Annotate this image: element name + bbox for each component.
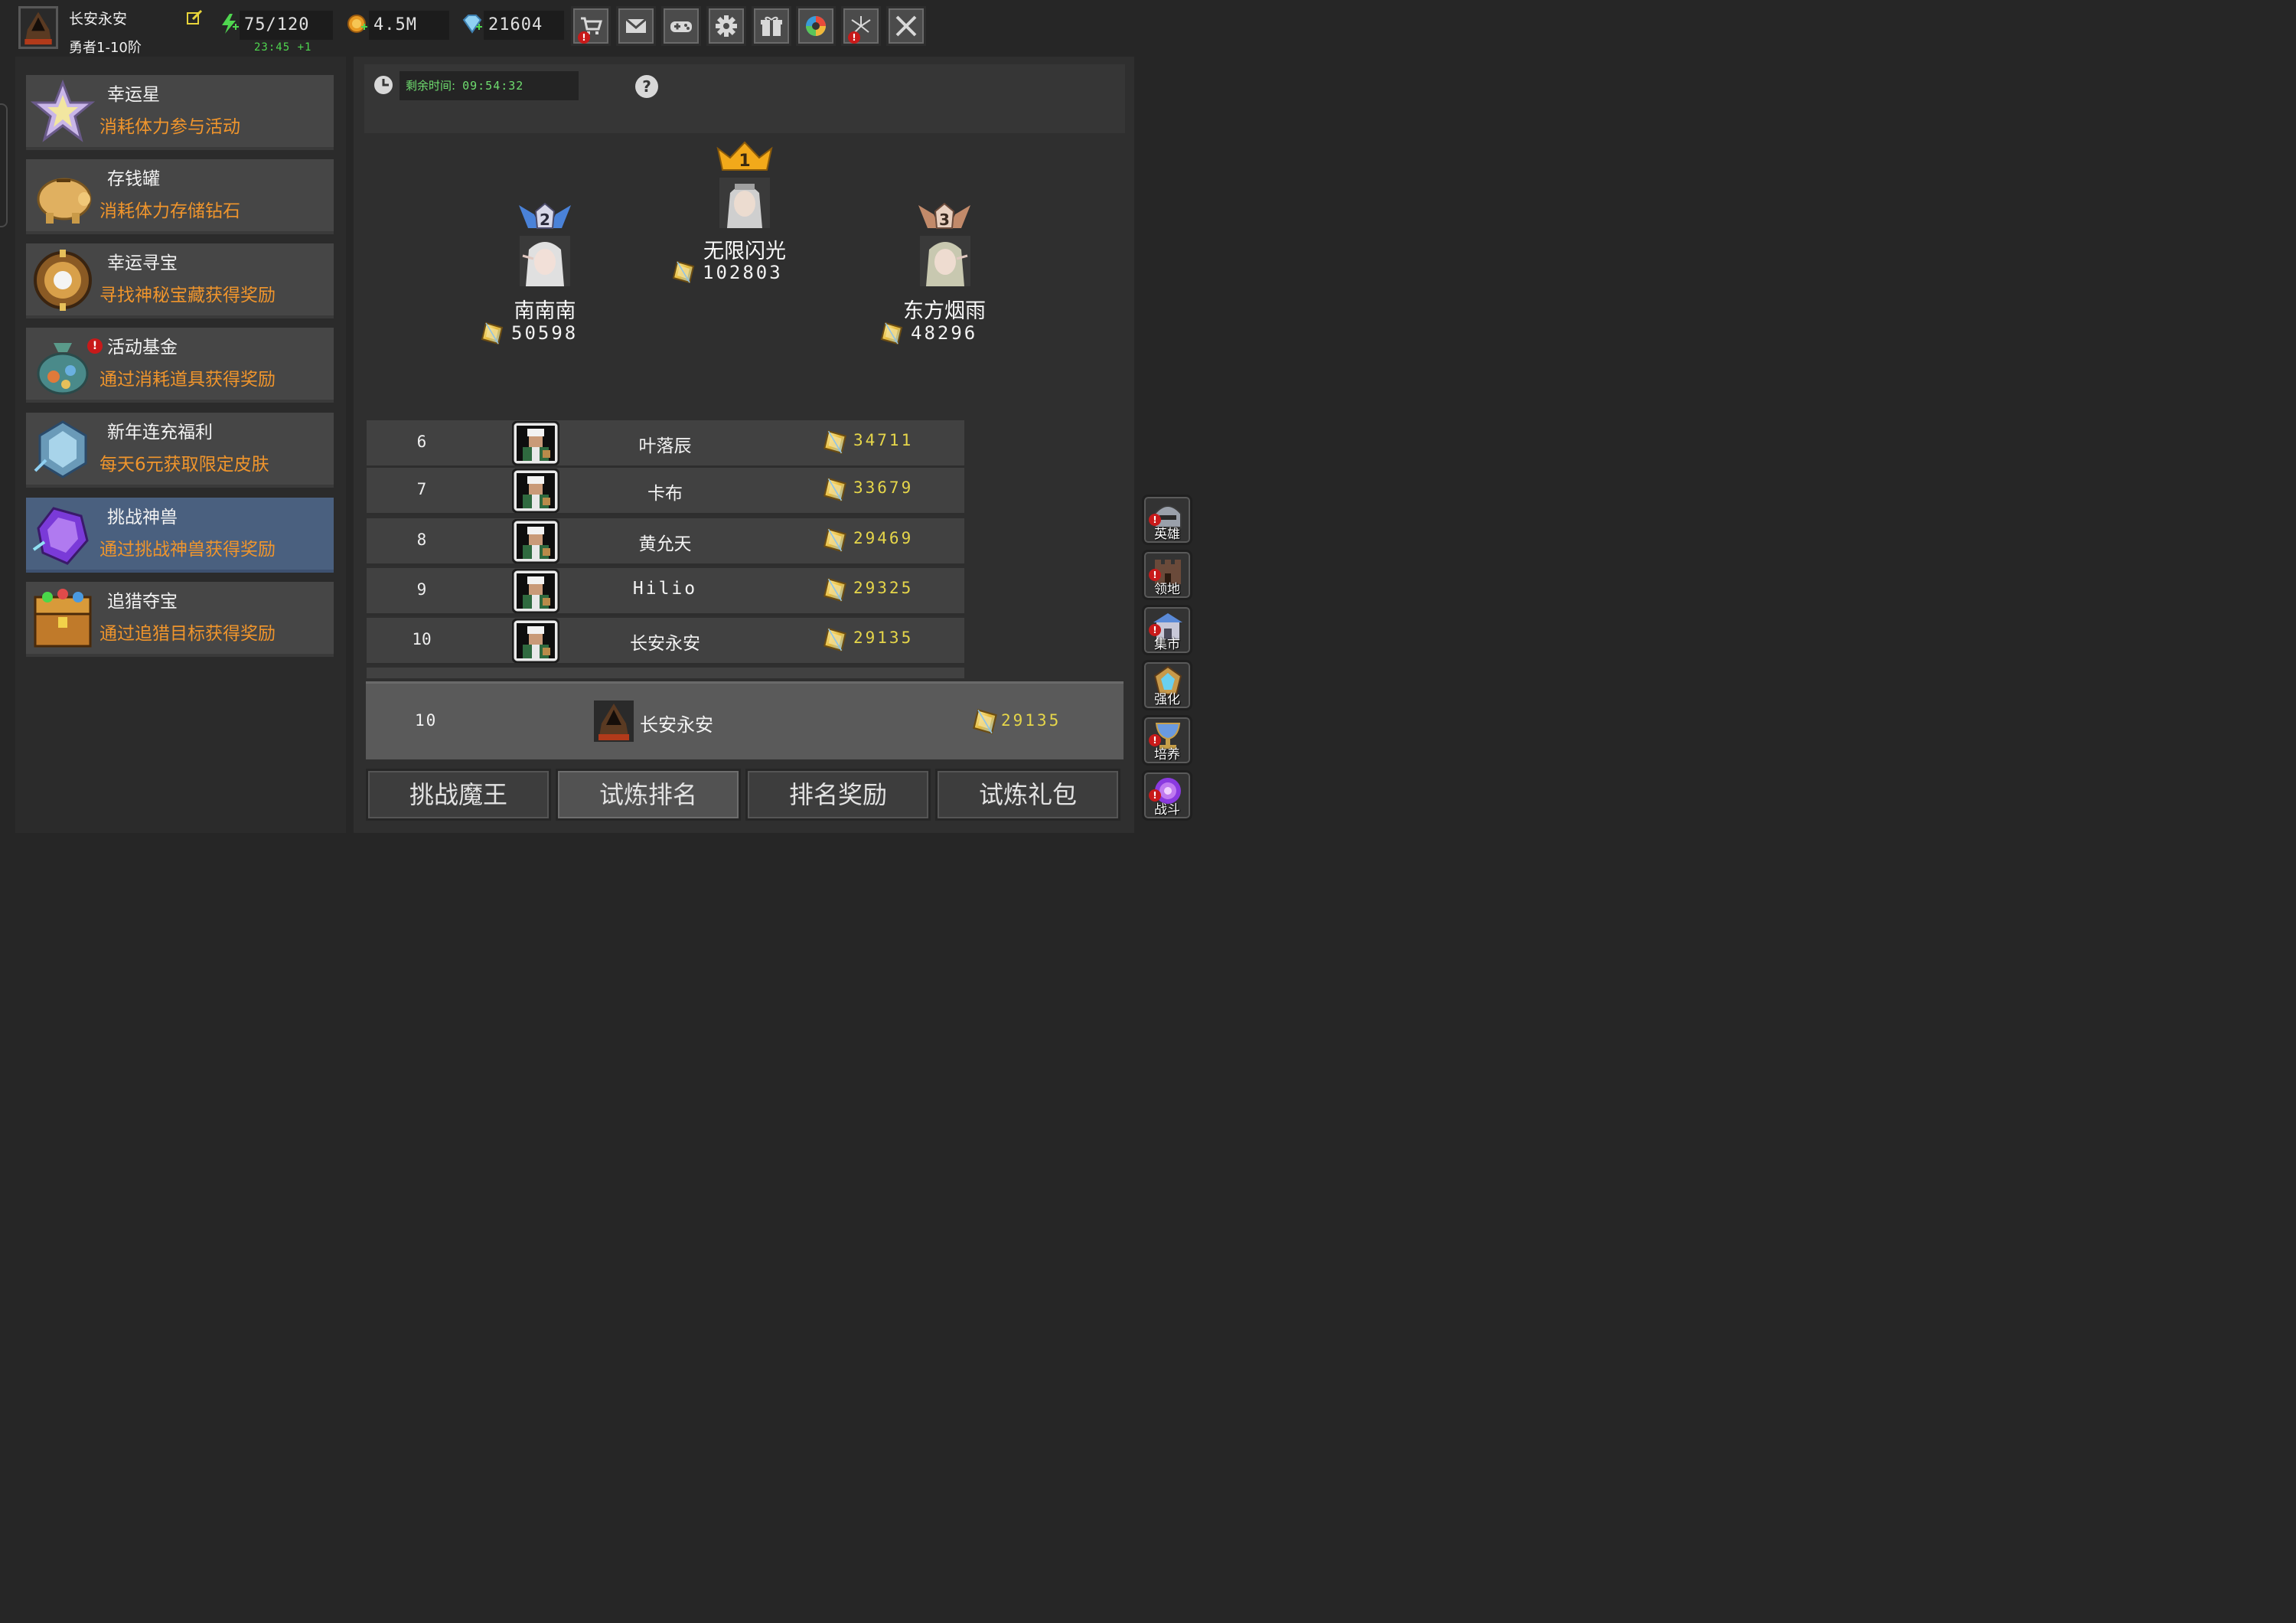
player-avatar[interactable] (18, 6, 58, 49)
side-battle-button[interactable]: ! 战斗 (1142, 770, 1192, 821)
gift-button[interactable] (752, 6, 791, 46)
first-place-score: 102803 (703, 262, 783, 283)
crossed-swords-icon (895, 15, 917, 37)
player-rank: 勇者1-10阶 (69, 40, 142, 56)
player-avatar-icon (512, 469, 559, 513)
tab-ranking-rewards[interactable]: 排名奖励 (745, 769, 931, 821)
clock-icon (374, 76, 393, 94)
ranking-row[interactable]: 9 Hilio 29325 (367, 568, 964, 616)
diamond-icon[interactable] (461, 12, 484, 35)
left-drawer-edge[interactable] (0, 103, 8, 227)
shop-button[interactable]: ! (571, 6, 611, 46)
first-place-avatar[interactable] (719, 178, 770, 228)
my-rank-score: 29135 (1001, 711, 1062, 730)
third-place-number: 3 (939, 211, 950, 229)
activity-piggy-bank[interactable]: 存钱罐 消耗体力存储钻石 (26, 159, 334, 234)
fireworks-button[interactable]: ! (841, 6, 881, 46)
score-crystal-icon (670, 259, 696, 285)
activity-hunt-treasure[interactable]: 追猎夺宝 通过追猎目标获得奖励 (26, 582, 334, 657)
shop-alert-badge: ! (578, 31, 590, 44)
gold-coin-icon[interactable] (346, 12, 369, 35)
score-crystal-icon (821, 526, 849, 554)
hooded-avatar-icon (21, 8, 56, 47)
remaining-time-value: 09:54:32 (462, 79, 524, 93)
gift-icon (761, 16, 782, 36)
side-market-button[interactable]: ! 集市 (1142, 605, 1192, 655)
remaining-time: 剩余时间: 09:54:32 (400, 71, 579, 100)
fireworks-alert-badge: ! (848, 31, 860, 44)
tab-trial-ranking[interactable]: 试炼排名 (556, 769, 741, 821)
gear-icon (716, 15, 737, 37)
first-place-number: 1 (739, 152, 750, 171)
score-crystal-icon (821, 475, 849, 503)
player-avatar-icon (512, 519, 559, 563)
activity-treasure-hunt[interactable]: 幸运寻宝 寻找神秘宝藏获得奖励 (26, 243, 334, 318)
player-avatar-icon (512, 421, 559, 465)
activity-challenge-beast[interactable]: 挑战神兽 通过挑战神兽获得奖励 (26, 498, 334, 573)
ranking-row[interactable]: 6 叶落辰 34711 (367, 420, 964, 468)
purple-beast-icon (32, 507, 89, 565)
battle-button[interactable] (886, 6, 926, 46)
treasure-compass-icon (34, 250, 92, 311)
side-cultivate-button[interactable]: ! 培养 (1142, 715, 1192, 766)
treasure-chest-icon (34, 589, 92, 648)
lottery-button[interactable] (796, 6, 836, 46)
games-button[interactable] (661, 6, 701, 46)
score-crystal-icon (970, 707, 1000, 736)
activity-new-year-recharge[interactable]: 新年连充福利 每天6元获取限定皮肤 (26, 413, 334, 488)
stamina-icon (222, 14, 239, 34)
side-enhance-button[interactable]: 强化 (1142, 660, 1192, 710)
my-rank-number: 10 (415, 711, 438, 730)
mail-icon (625, 18, 647, 33)
score-crystal-icon (479, 320, 505, 346)
score-crystal-icon (821, 428, 849, 456)
remaining-time-label: 剩余时间: (406, 79, 456, 93)
second-place-number: 2 (540, 211, 550, 229)
my-rank-bar: 10 长安永安 29135 (366, 681, 1124, 759)
stamina-value: 75/120 (240, 11, 333, 40)
side-hero-button[interactable]: ! 英雄 (1142, 495, 1192, 545)
aperture-icon (806, 16, 826, 36)
bronze-wings-icon: 3 (918, 202, 970, 229)
gems-value: 21604 (484, 11, 564, 40)
stamina-regen-timer: 23:45 +1 (254, 41, 312, 54)
fund-bag-icon (37, 343, 89, 395)
hooded-avatar-icon (594, 700, 634, 742)
third-place-score: 48296 (911, 322, 978, 344)
tab-challenge-demon[interactable]: 挑战魔王 (366, 769, 551, 821)
player-avatar-icon (512, 619, 559, 663)
third-place-avatar[interactable] (920, 236, 970, 286)
score-crystal-icon (821, 576, 849, 603)
score-crystal-icon (821, 625, 849, 653)
svg-text:?: ? (642, 77, 651, 96)
activity-fund[interactable]: ! 活动基金 通过消耗道具获得奖励 (26, 328, 334, 403)
tab-trial-gift-pack[interactable]: 试炼礼包 (935, 769, 1120, 821)
second-place-avatar[interactable] (520, 236, 570, 286)
gold-crown-icon: 1 (716, 141, 773, 171)
ranking-row-partial (367, 668, 964, 678)
gamepad-icon (670, 21, 692, 32)
ranking-row[interactable]: 10 长安永安 29135 (367, 618, 964, 665)
player-avatar-icon (512, 569, 559, 613)
side-territory-button[interactable]: ! 领地 (1142, 550, 1192, 600)
lucky-star-icon (31, 80, 95, 142)
ranking-row[interactable]: 8 黄允天 29469 (367, 518, 964, 566)
ice-crystal-icon (34, 420, 87, 478)
mail-button[interactable] (616, 6, 656, 46)
ranking-row[interactable]: 7 卡布 33679 (367, 468, 964, 515)
second-place-score: 50598 (511, 322, 579, 344)
help-icon[interactable]: ? (634, 74, 659, 99)
fund-alert-badge: ! (87, 338, 103, 354)
player-name: 长安永安 (69, 11, 128, 28)
score-crystal-icon (879, 320, 905, 346)
piggy-bank-icon (37, 178, 92, 224)
my-rank-name: 长安永安 (640, 714, 713, 736)
silver-wings-icon: 2 (519, 202, 571, 229)
gold-value: 4.5M (369, 11, 449, 40)
settings-button[interactable] (706, 6, 746, 46)
edit-name-icon[interactable] (186, 9, 203, 26)
activity-lucky-star[interactable]: 幸运星 消耗体力参与活动 (26, 75, 334, 150)
